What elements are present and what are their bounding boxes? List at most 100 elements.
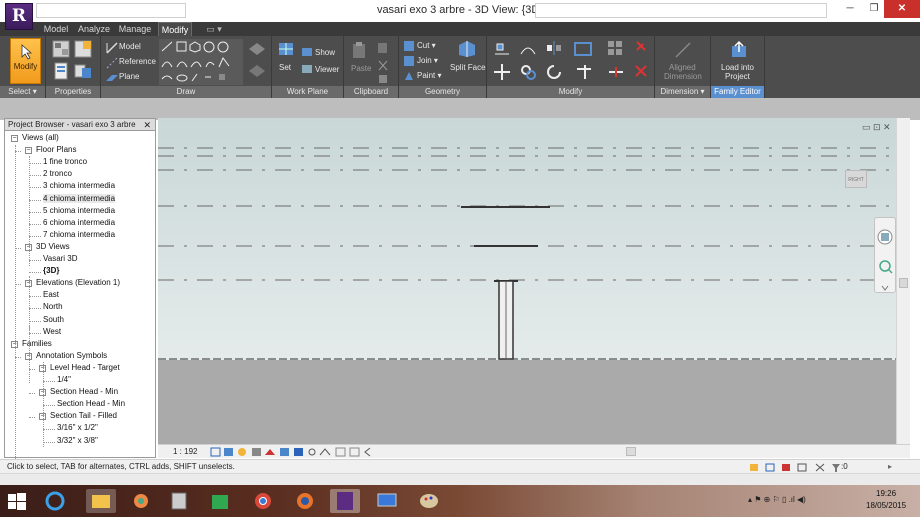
set-workplane-icon[interactable]: [277, 41, 295, 59]
load-into-label-1[interactable]: Load into: [721, 63, 754, 72]
tree-item[interactable]: 4 chioma intermedia: [43, 193, 116, 203]
tree-item[interactable]: East: [43, 290, 59, 299]
tree-item[interactable]: 2 tronco: [43, 169, 72, 178]
family-category-icon[interactable]: [74, 40, 92, 58]
geometry-join-label[interactable]: Join ▾: [417, 56, 438, 65]
tree-item[interactable]: 1/4": [57, 375, 71, 384]
store-icon[interactable]: [205, 489, 235, 513]
show-workplane-icon[interactable]: [301, 47, 313, 57]
tree-item[interactable]: {3D}: [43, 266, 59, 275]
navigation-bar[interactable]: [874, 217, 896, 293]
tree-item[interactable]: 5 chioma intermedia: [43, 206, 115, 215]
rotate-icon[interactable]: [545, 63, 563, 81]
load-into-project-icon[interactable]: [729, 40, 749, 60]
paste-icon[interactable]: [351, 41, 367, 59]
tab-modify[interactable]: Modify: [158, 22, 192, 36]
help-search-input[interactable]: [535, 3, 827, 18]
vertical-scroll-thumb[interactable]: [899, 278, 908, 288]
geometry-split-face-label[interactable]: Split Face: [450, 63, 486, 72]
unlocked-view-icon[interactable]: [294, 448, 303, 456]
draw-reference-label[interactable]: Reference: [119, 57, 156, 66]
tree-item[interactable]: 3D Views: [36, 242, 70, 251]
tab-contextual-dropdown[interactable]: ▭ ▾: [200, 22, 228, 36]
detail-level-icon[interactable]: [210, 447, 221, 457]
match-type-icon[interactable]: [376, 72, 390, 86]
split-face-icon[interactable]: [457, 40, 477, 58]
tree-item[interactable]: Annotation Symbols: [36, 351, 107, 360]
tab-manage[interactable]: Manage: [116, 22, 154, 36]
start-windows-icon[interactable]: [6, 489, 28, 513]
filter-icon[interactable]: [832, 464, 840, 472]
picasa-icon[interactable]: [126, 489, 156, 513]
tree-item[interactable]: 1 fine tronco: [43, 157, 87, 166]
tree-item[interactable]: Floor Plans: [36, 145, 76, 154]
chrome-icon[interactable]: [248, 489, 278, 513]
model-view[interactable]: [158, 118, 896, 444]
file-explorer-icon[interactable]: [86, 489, 116, 513]
tree-item[interactable]: Elevations (Elevation 1): [36, 278, 120, 287]
crop-view-icon[interactable]: [265, 449, 275, 455]
tree-item[interactable]: 3/16" x 1/2": [57, 423, 98, 432]
properties-icon[interactable]: [52, 62, 70, 80]
internet-explorer-icon[interactable]: [40, 489, 70, 513]
draw-shapes-gallery-icon[interactable]: [159, 39, 243, 85]
panel-dimension-label[interactable]: Dimension ▾: [655, 86, 710, 98]
restore-button[interactable]: ❐: [862, 0, 886, 18]
select-underlay-icon[interactable]: [765, 463, 775, 472]
show-crop-icon[interactable]: [280, 448, 289, 456]
reference-line-icon[interactable]: [105, 56, 119, 70]
show-analytical-icon[interactable]: [349, 447, 360, 457]
select-links-icon[interactable]: [750, 464, 758, 471]
workplane-viewer-label[interactable]: Viewer: [315, 65, 339, 74]
geometry-paint-label[interactable]: Paint ▾: [417, 71, 441, 80]
copy-icon[interactable]: [376, 41, 390, 55]
tree-item[interactable]: 3 chioma intermedia: [43, 181, 115, 190]
delete-icon[interactable]: [633, 63, 649, 79]
tree-item[interactable]: Section Head - Min: [50, 387, 118, 396]
aligned-dimension-icon[interactable]: [673, 40, 693, 60]
tree-item[interactable]: Vasari 3D: [43, 254, 78, 263]
draw-on-workplane-icon[interactable]: [247, 62, 267, 80]
close-button[interactable]: ✕: [884, 0, 920, 18]
model-line-icon[interactable]: [105, 41, 119, 55]
viewer-icon[interactable]: [301, 64, 313, 74]
array-icon[interactable]: [607, 40, 625, 56]
visual-style-icon[interactable]: [224, 448, 233, 456]
tree-item[interactable]: Section Tail - Filled: [50, 411, 117, 420]
modify-tool-button[interactable]: Modify: [10, 38, 41, 84]
tree-item[interactable]: 3/32" x 3/8": [57, 436, 98, 445]
temporary-hide-icon[interactable]: [308, 448, 316, 456]
view-window-controls[interactable]: ▭ ⊡ ✕: [862, 122, 891, 133]
shadows-icon[interactable]: [252, 448, 261, 456]
align-icon[interactable]: [493, 40, 511, 56]
tree-item[interactable]: North: [43, 302, 63, 311]
reveal-hidden-icon[interactable]: [319, 448, 331, 456]
paint-app-icon[interactable]: [414, 489, 444, 513]
scroll-left-icon[interactable]: [364, 447, 371, 457]
application-menu-logo[interactable]: R: [5, 3, 33, 30]
tree-item[interactable]: South: [43, 315, 64, 324]
vertical-scrollbar[interactable]: [896, 118, 910, 444]
chevron-down-icon[interactable]: [881, 285, 889, 291]
workplane-set-label[interactable]: Set: [279, 63, 291, 72]
temporary-view-properties-icon[interactable]: [335, 447, 346, 457]
mirror-draw-axis-icon[interactable]: [573, 40, 593, 56]
mirror-pick-axis-icon[interactable]: [545, 40, 563, 56]
horizontal-scroll-thumb[interactable]: [626, 447, 636, 456]
drawing-area[interactable]: [158, 118, 896, 444]
system-tray-icons[interactable]: ▴ ⚑ ⊕ ⚐ ▯ .ıl ◀): [748, 495, 806, 504]
tree-item[interactable]: West: [43, 327, 61, 336]
drag-elements-icon[interactable]: [815, 463, 825, 472]
minimize-button[interactable]: ─: [838, 0, 862, 18]
trim-extend-icon[interactable]: [575, 63, 593, 81]
draw-plane-label[interactable]: Plane: [119, 72, 139, 81]
pin-icon[interactable]: [633, 40, 649, 56]
panel-select-label[interactable]: Select ▾: [0, 86, 45, 98]
tree-toggle-icon[interactable]: −: [25, 147, 32, 155]
firefox-icon[interactable]: [290, 489, 320, 513]
tree-item[interactable]: Level Head - Target: [50, 363, 120, 372]
draw-on-face-icon[interactable]: [247, 40, 267, 58]
draw-model-label[interactable]: Model: [119, 42, 141, 51]
tree-item[interactable]: Views (all): [22, 133, 59, 142]
revit-vasari-icon[interactable]: [330, 489, 360, 513]
